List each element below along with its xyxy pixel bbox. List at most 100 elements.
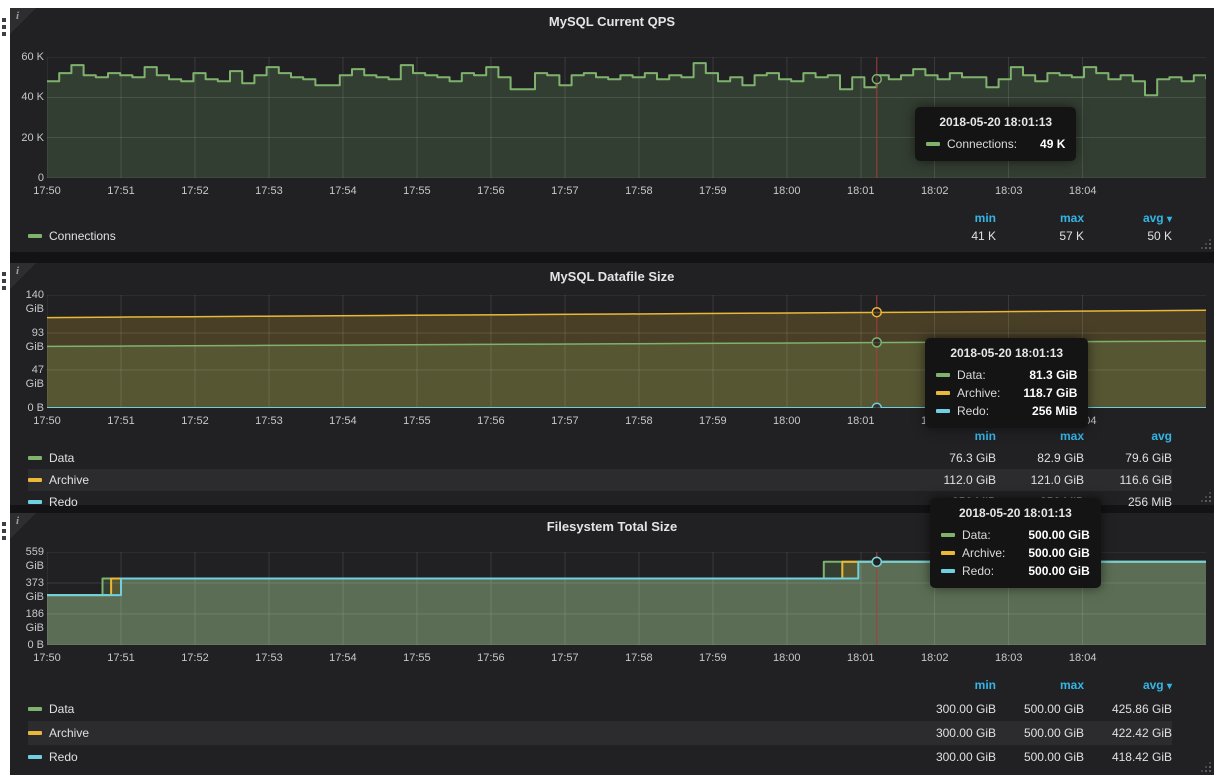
legend-avg-value: 422.42 GiB xyxy=(1084,726,1172,740)
legend-series-name: Data xyxy=(49,702,74,716)
x-axis-tick-label: 18:03 xyxy=(987,184,1031,198)
x-axis-tick-label: 17:50 xyxy=(25,651,69,665)
legend-max-value: 500.00 GiB xyxy=(996,726,1084,740)
x-axis-tick-label: 17:58 xyxy=(617,651,661,665)
legend-sort-header-max[interactable]: max xyxy=(996,211,1084,225)
qps-legend: min maxavg ▾ Connections41 K57 K50 K xyxy=(28,209,1172,245)
hover-point-marker xyxy=(872,308,881,317)
legend-sort-header-min[interactable]: min xyxy=(908,678,996,692)
row-drag-handle[interactable] xyxy=(2,522,8,546)
legend-series-row: Archive112.0 GiB121.0 GiB116.6 GiB xyxy=(28,469,1172,491)
series-color-dash-icon xyxy=(926,142,940,146)
series-color-dash-icon xyxy=(941,551,955,555)
legend-series-name: Archive xyxy=(49,726,89,740)
panel-title[interactable]: MySQL Datafile Size xyxy=(10,269,1214,284)
x-axis-tick-label: 17:59 xyxy=(691,414,735,428)
tooltip-series-label: Redo: xyxy=(957,402,989,420)
legend-header-label: min xyxy=(975,429,996,443)
y-axis-tick-label: 186 GiB xyxy=(11,607,44,635)
row-drag-handle[interactable] xyxy=(2,272,8,296)
hover-point-marker xyxy=(872,338,881,347)
tooltip-series-value: 500.00 GiB xyxy=(1012,526,1089,544)
legend-avg-value: 418.42 GiB xyxy=(1084,750,1172,764)
x-axis-tick-label: 17:59 xyxy=(691,184,735,198)
panel-resize-handle[interactable] xyxy=(1201,239,1211,249)
hover-point-marker xyxy=(872,403,881,408)
y-axis-tick-label: 373 GiB xyxy=(11,576,44,604)
filesystem-legend: minmaxavg ▾Data300.00 GiB500.00 GiB425.8… xyxy=(28,673,1172,769)
y-axis-tick-label: 40 K xyxy=(11,90,44,104)
legend-header-label: max xyxy=(1060,211,1084,225)
legend-series-toggle-redo[interactable]: Redo xyxy=(28,750,908,764)
legend-sort-header-max[interactable]: max xyxy=(996,678,1084,692)
tooltip-qps: 2018-05-20 18:01:13 Connections:49 K xyxy=(915,107,1076,161)
hover-point-marker xyxy=(872,75,881,84)
series-color-dash-icon xyxy=(936,373,950,377)
x-axis-tick-label: 17:56 xyxy=(469,184,513,198)
row-drag-handle[interactable] xyxy=(2,18,8,42)
panel-resize-handle[interactable] xyxy=(1201,492,1211,502)
x-axis-tick-label: 17:50 xyxy=(25,184,69,198)
legend-avg-value: 50 K xyxy=(1084,229,1172,243)
tooltip-series-row: Connections:49 K xyxy=(926,135,1065,153)
sort-caret-icon: ▾ xyxy=(1167,681,1172,692)
tooltip-series-label: Redo: xyxy=(962,562,994,580)
legend-avg-value: 116.6 GiB xyxy=(1084,473,1172,487)
dashboard: i MySQL Current QPS minmaxavg ▾Connectio… xyxy=(10,8,1214,775)
legend-sort-header-min[interactable]: min xyxy=(908,211,996,225)
legend-max-value: 57 K xyxy=(996,229,1084,243)
legend-min-value: 300.00 GiB xyxy=(908,750,996,764)
y-axis-tick-label: 0 B xyxy=(11,638,44,652)
x-axis-tick-label: 17:58 xyxy=(617,414,661,428)
x-axis-tick-label: 17:57 xyxy=(543,414,587,428)
x-axis-tick-label: 17:52 xyxy=(173,651,217,665)
panel-title[interactable]: MySQL Current QPS xyxy=(10,14,1214,29)
legend-series-toggle-archive[interactable]: Archive xyxy=(28,473,908,487)
legend-header-label: max xyxy=(1060,429,1084,443)
legend-header-label: avg xyxy=(1143,678,1164,692)
legend-series-toggle-archive[interactable]: Archive xyxy=(28,726,908,740)
legend-header-label: max xyxy=(1060,678,1084,692)
legend-series-toggle-data[interactable]: Data xyxy=(28,702,908,716)
legend-max-value: 121.0 GiB xyxy=(996,473,1084,487)
x-axis-tick-label: 17:59 xyxy=(691,651,735,665)
legend-max-value: 500.00 GiB xyxy=(996,750,1084,764)
sort-caret-icon: ▾ xyxy=(1167,214,1172,225)
tooltip-series-label: Archive: xyxy=(957,384,1000,402)
x-axis-tick-label: 17:53 xyxy=(247,651,291,665)
tooltip-series-label: Archive: xyxy=(962,544,1005,562)
legend-sort-header-max[interactable]: max xyxy=(996,429,1084,443)
legend-sort-header-avg[interactable]: avg ▾ xyxy=(1084,678,1172,692)
legend-avg-value: 425.86 GiB xyxy=(1084,702,1172,716)
legend-series-toggle-redo[interactable]: Redo xyxy=(28,495,908,509)
legend-min-value: 41 K xyxy=(908,229,996,243)
legend-series-row: Data300.00 GiB500.00 GiB425.86 GiB xyxy=(28,697,1172,721)
tooltip-series-row: Redo:256 MiB xyxy=(936,402,1077,420)
x-axis-tick-label: 18:01 xyxy=(839,184,883,198)
legend-sort-header-min[interactable]: min xyxy=(908,429,996,443)
series-color-dash-icon xyxy=(28,731,42,735)
series-color-dash-icon xyxy=(936,391,950,395)
tooltip-series-label: Data: xyxy=(962,526,991,544)
x-axis-tick-label: 17:54 xyxy=(321,184,365,198)
legend-series-toggle-data[interactable]: Data xyxy=(28,451,908,465)
x-axis-tick-label: 17:56 xyxy=(469,414,513,428)
tooltip-series-row: Data:81.3 GiB xyxy=(936,366,1077,384)
series-color-dash-icon xyxy=(28,500,42,504)
legend-series-name: Archive xyxy=(49,473,89,487)
legend-series-toggle-connections[interactable]: Connections xyxy=(28,229,908,243)
panel-resize-handle[interactable] xyxy=(1201,762,1211,772)
legend-series-name: Redo xyxy=(49,495,78,509)
legend-sort-header-avg[interactable]: avg ▾ xyxy=(1084,211,1172,225)
legend-sort-header-avg[interactable]: avg xyxy=(1084,429,1172,443)
legend-max-value: 82.9 GiB xyxy=(996,451,1084,465)
legend-header-label: avg xyxy=(1151,429,1172,443)
y-axis-tick-label: 60 K xyxy=(11,50,44,64)
x-axis-tick-label: 17:51 xyxy=(99,184,143,198)
legend-header-label: min xyxy=(975,678,996,692)
x-axis-tick-label: 17:53 xyxy=(247,414,291,428)
x-axis-tick-label: 18:04 xyxy=(1061,651,1105,665)
legend-max-value: 500.00 GiB xyxy=(996,702,1084,716)
x-axis-tick-label: 17:50 xyxy=(25,414,69,428)
x-axis-tick-label: 18:00 xyxy=(765,414,809,428)
